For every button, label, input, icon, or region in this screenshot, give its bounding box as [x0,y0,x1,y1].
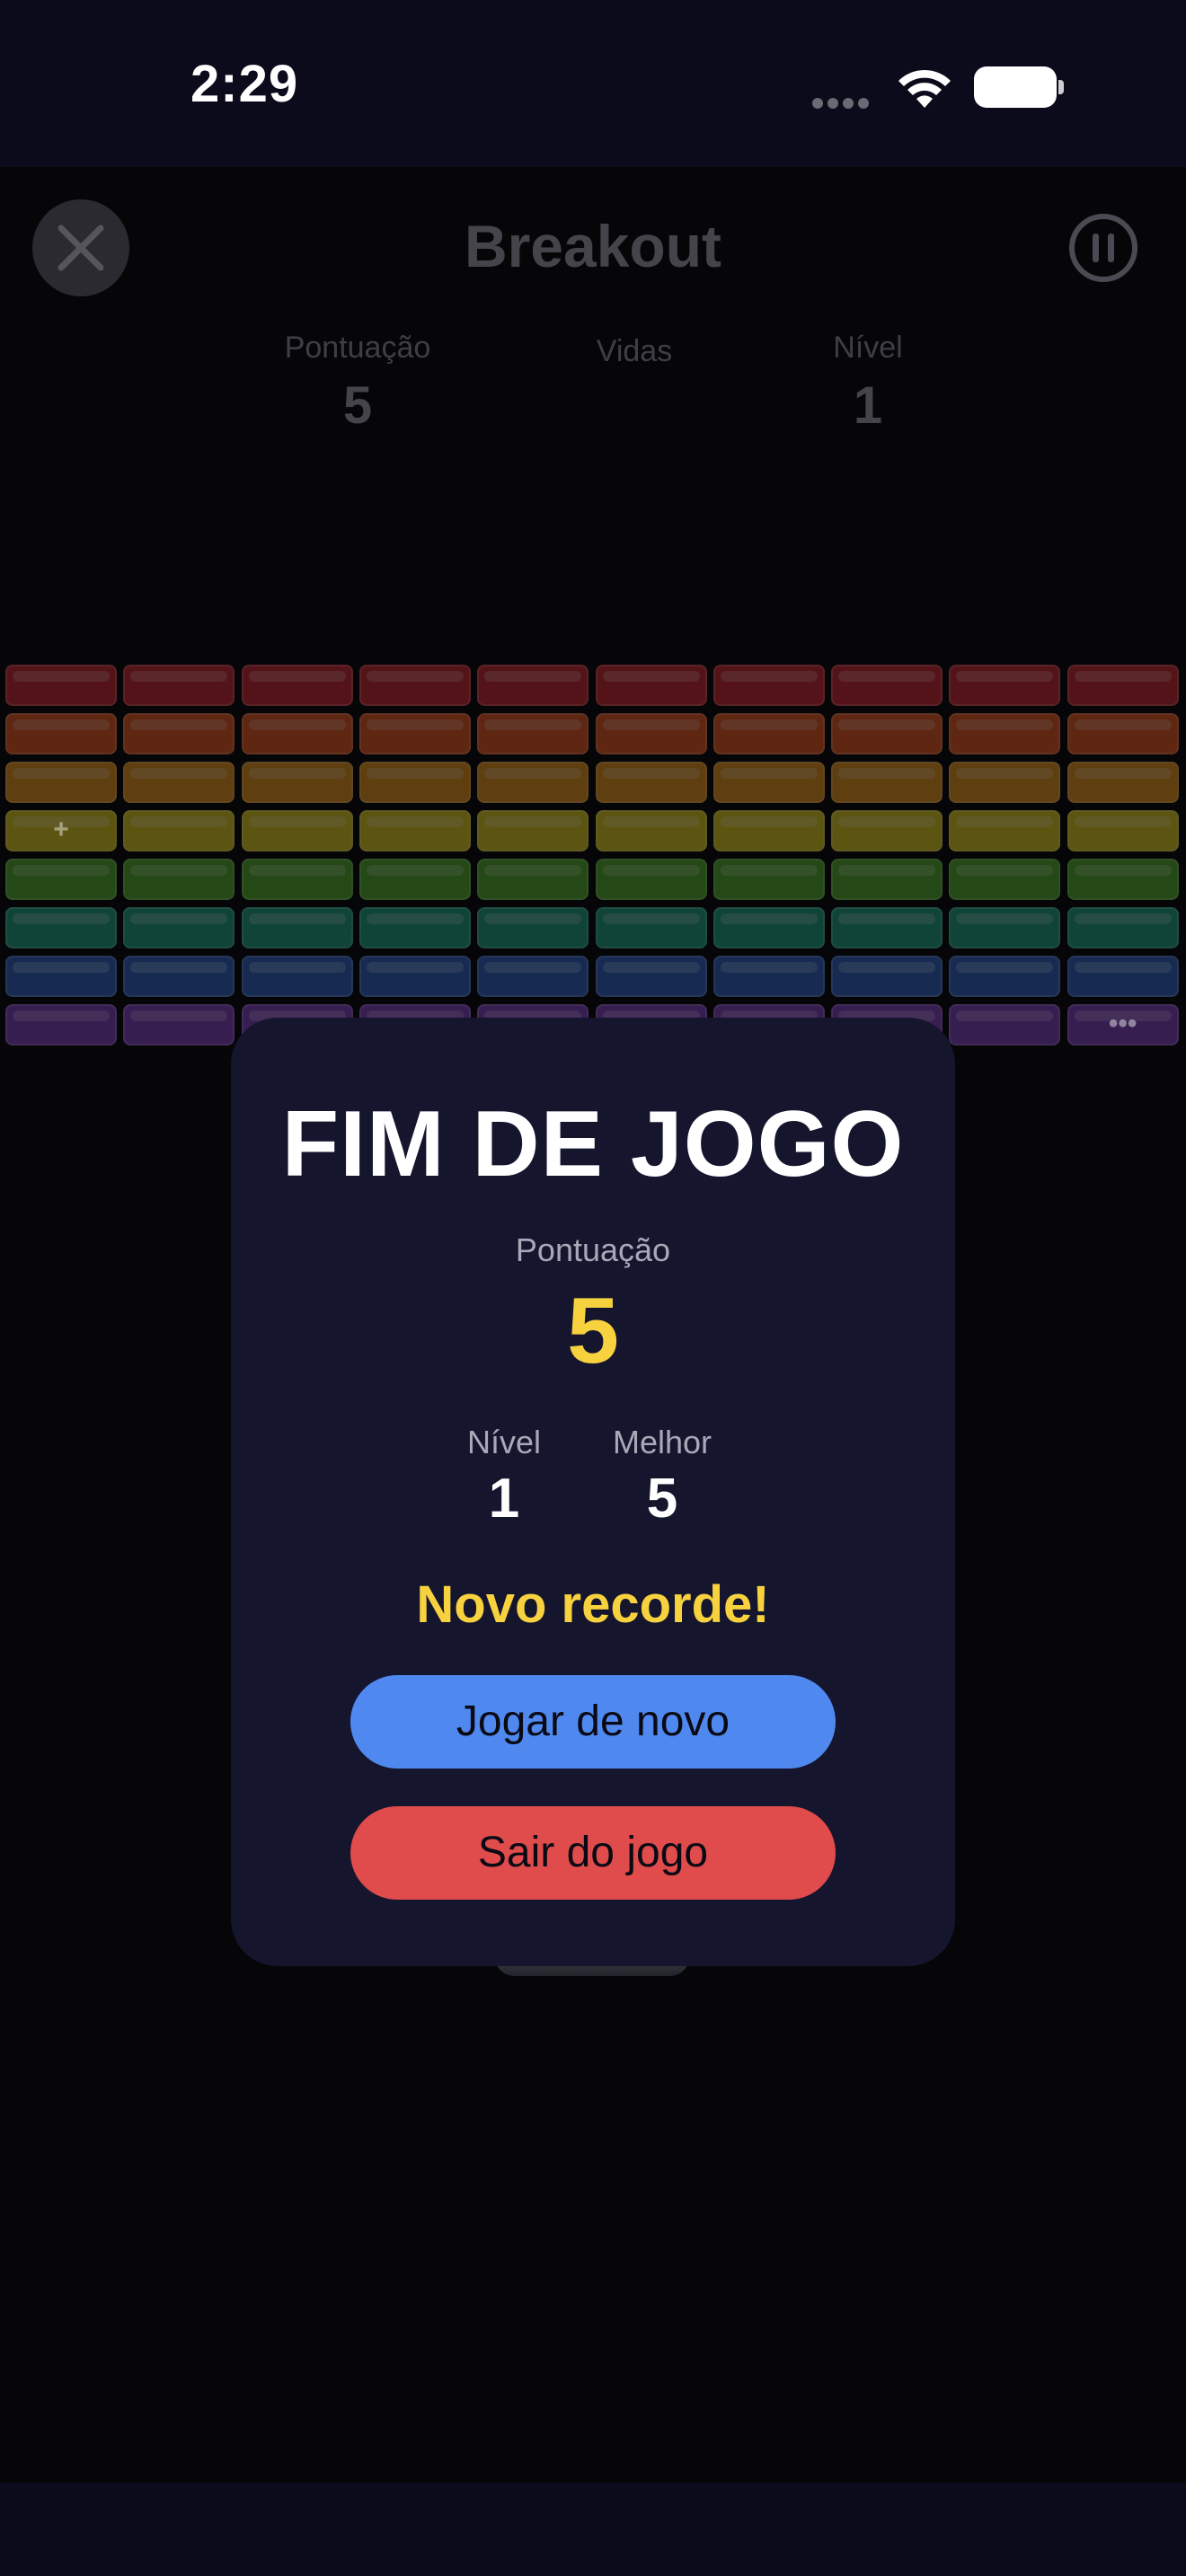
brick [595,907,707,948]
brick [595,762,707,803]
brick [241,762,353,803]
game-over-title: FIM DE JOGO [281,1092,905,1196]
brick [1067,907,1179,948]
brick [477,907,589,948]
brick [1067,713,1179,754]
brick [1067,956,1179,997]
wifi-icon [898,69,951,108]
final-level-label: Nível [466,1424,542,1460]
play-again-button[interactable]: Jogar de novo [350,1675,836,1769]
brick [595,956,707,997]
brick [949,859,1061,900]
brick [831,665,943,706]
brick [712,713,825,754]
brick [123,859,235,900]
best-score-value: 5 [646,1468,678,1530]
brick [241,665,353,706]
brick [1067,859,1179,900]
brick [477,810,589,851]
brick [949,762,1061,803]
game-over-modal: FIM DE JOGO Pontuação 5 Nível 1 Melhor 5… [231,1018,955,1966]
brick [831,762,943,803]
brick-powerup-marker: ••• [1108,1009,1137,1038]
brick [712,859,825,900]
brick [358,810,471,851]
final-level-value: 1 [488,1468,520,1530]
brick [712,810,825,851]
brick [123,810,235,851]
brick [595,713,707,754]
brick [712,762,825,803]
game-area[interactable]: Breakout Pontuação 5 Vidas Nível 1 + ••• … [0,167,1186,2483]
brick [831,713,943,754]
brick [477,762,589,803]
status-bar: 2:29 [0,0,1186,167]
home-indicator-area [0,2483,1186,2576]
brick [123,907,235,948]
brick [358,665,471,706]
brick [358,859,471,900]
brick [358,762,471,803]
brick [5,956,117,997]
brick [241,956,353,997]
brick [595,665,707,706]
brick [5,859,117,900]
brick [358,956,471,997]
brick [5,665,117,706]
brick [949,907,1061,948]
brick [831,859,943,900]
brick [477,859,589,900]
brick [949,665,1061,706]
brick [949,713,1061,754]
brick [241,810,353,851]
brick [831,810,943,851]
brick [123,1004,235,1045]
brick [831,907,943,948]
brick [123,956,235,997]
new-record-text: Novo recorde! [416,1575,770,1634]
final-score-value: 5 [567,1279,619,1383]
brick [123,762,235,803]
brick [123,665,235,706]
brick [241,859,353,900]
final-score-label: Pontuação [515,1231,671,1268]
brick [5,1004,117,1045]
brick [477,956,589,997]
brick [241,907,353,948]
brick [595,859,707,900]
brick [5,713,117,754]
brick [5,907,117,948]
brick [477,665,589,706]
brick [949,810,1061,851]
battery-tip [1058,80,1064,94]
brick [241,713,353,754]
brick [5,762,117,803]
status-time: 2:29 [190,55,299,113]
battery-icon [974,66,1057,108]
brick [595,810,707,851]
cellular-signal-icon [812,97,875,109]
brick [949,1004,1061,1045]
brick [477,713,589,754]
brick [712,665,825,706]
brick [123,713,235,754]
exit-game-button[interactable]: Sair do jogo [350,1806,836,1900]
brick [949,956,1061,997]
brick [358,907,471,948]
brick [358,713,471,754]
brick-powerup-marker: + [53,815,69,844]
best-score-label: Melhor [612,1424,712,1460]
brick [831,956,943,997]
brick [1067,665,1179,706]
brick [1067,762,1179,803]
brick [1067,810,1179,851]
brick [712,907,825,948]
brick [712,956,825,997]
